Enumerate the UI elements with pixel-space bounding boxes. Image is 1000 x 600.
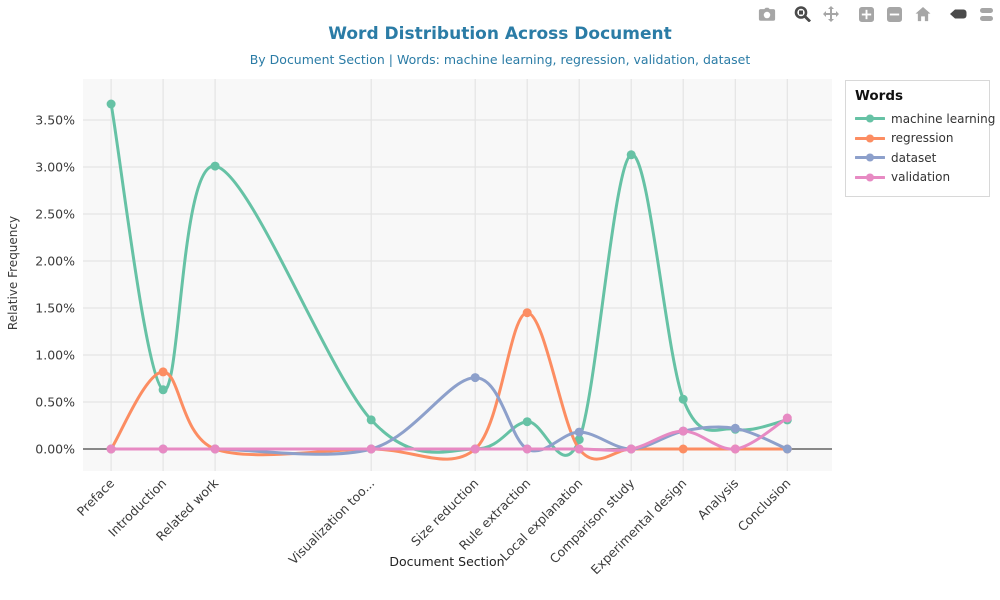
x-tick-label: Analysis [694,476,741,523]
data-point-validation[interactable] [783,414,792,423]
chart-canvas: 0.00% 0.50% 1.00% 1.50% 2.00% 2.50% 3.00% 3.50%… [0,0,1000,600]
x-tick-label: Experimental design [588,476,690,578]
data-point-regression[interactable] [159,367,168,376]
data-point-validation[interactable] [679,427,688,436]
data-point-dataset[interactable] [471,373,480,382]
zoom-out-icon[interactable] [885,5,904,23]
legend-item-label: dataset [891,151,936,165]
x-tick-label: Preface [74,475,118,519]
data-point-validation[interactable] [575,445,584,454]
y-tick-label: 0.50% [35,395,75,410]
modebar [748,5,996,23]
y-axis-title: Relative Frequency [6,216,20,330]
chart-title: Word Distribution Across Document [0,24,1000,44]
y-tick-label: 1.00% [35,348,75,363]
legend-marker-icon [855,152,885,163]
legend-marker-icon [855,133,885,144]
y-tick-label: 2.00% [35,254,75,269]
data-point-machine-learning[interactable] [211,162,220,171]
legend: Words machine learning regression dataset v… [845,80,990,197]
y-tick-label: 0.00% [35,442,75,457]
data-point-validation[interactable] [367,445,376,454]
data-point-machine-learning[interactable] [367,415,376,424]
legend-item-label: regression [891,131,954,145]
data-point-validation[interactable] [159,445,168,454]
y-tick-label: 3.00% [35,160,75,175]
plot-background [83,79,832,471]
data-point-machine-learning[interactable] [627,150,636,159]
data-point-machine-learning[interactable] [523,417,532,426]
legend-marker-icon [855,113,885,124]
legend-title: Words [855,88,980,104]
hover-compare-icon[interactable] [977,5,996,23]
data-point-machine-learning[interactable] [159,385,168,394]
pan-icon[interactable] [821,5,840,23]
chart-subtitle: By Document Section | Words: machine lea… [0,52,1000,67]
y-tick-label: 2.50% [35,207,75,222]
legend-item-validation[interactable]: validation [855,168,980,188]
data-point-machine-learning[interactable] [107,100,116,109]
data-point-dataset[interactable] [575,428,584,437]
data-point-regression[interactable] [523,308,532,317]
data-point-validation[interactable] [523,445,532,454]
zoom-in-icon[interactable] [857,5,876,23]
y-tick-label: 3.50% [35,113,75,128]
data-point-validation[interactable] [211,445,220,454]
x-axis-title: Document Section [389,554,504,569]
data-point-dataset[interactable] [731,424,740,433]
data-point-regression[interactable] [679,445,688,454]
data-point-validation[interactable] [107,445,116,454]
x-tick-label: Visualization too... [286,476,378,568]
legend-item-machine-learning[interactable]: machine learning [855,109,980,129]
x-tick-label: Conclusion [735,476,794,535]
legend-item-dataset[interactable]: dataset [855,148,980,168]
data-point-machine-learning[interactable] [679,395,688,404]
home-icon[interactable] [913,5,932,23]
data-point-validation[interactable] [731,445,740,454]
hover-closest-icon[interactable] [949,5,968,23]
data-point-validation[interactable] [627,445,636,454]
legend-item-label: machine learning [891,112,995,126]
camera-icon[interactable] [757,5,776,23]
legend-item-label: validation [891,170,950,184]
legend-items: machine learning regression dataset validat… [855,109,980,187]
legend-marker-icon [855,172,885,183]
y-tick-label: 1.50% [35,301,75,316]
data-point-validation[interactable] [471,445,480,454]
data-point-dataset[interactable] [783,445,792,454]
legend-item-regression[interactable]: regression [855,129,980,149]
zoom-icon[interactable] [793,5,812,23]
